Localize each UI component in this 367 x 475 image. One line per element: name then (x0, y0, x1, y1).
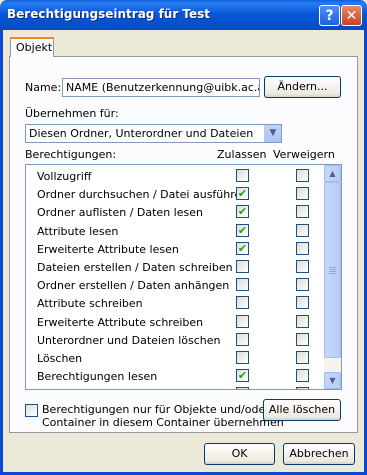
deny-checkbox[interactable] (296, 278, 309, 292)
permission-label: Erweiterte Attribute lesen (37, 242, 179, 256)
deny-checkbox[interactable] (296, 260, 309, 273)
deny-checkbox[interactable] (296, 387, 309, 389)
permission-row: Erweiterte Attribute lesen ✔ (26, 240, 322, 258)
allow-checkbox[interactable] (236, 296, 249, 310)
permission-row: Erweiterte Attribute schreiben (26, 313, 322, 331)
permissions-label: Berechtigungen: (25, 148, 117, 161)
allow-checkbox[interactable] (236, 169, 249, 182)
permission-label: Attribute schreiben (37, 297, 143, 311)
permission-label: Berechtigungen ändern (37, 388, 167, 389)
name-label: Name: (25, 81, 62, 94)
permission-label: Ordner durchsuchen / Datei ausführen (37, 188, 249, 202)
permission-row: Vollzugriff (26, 167, 322, 185)
inherit-label-line1: Berechtigungen nur für Objekte und/oder (42, 403, 270, 416)
permission-row: Attribute schreiben (26, 294, 322, 312)
cancel-button[interactable]: Abbrechen (283, 443, 355, 465)
allow-checkbox[interactable] (236, 278, 249, 292)
permissions-list: Vollzugriff Ordner durchsuchen / Datei au… (25, 164, 342, 390)
allow-checkbox[interactable]: ✔ (236, 223, 249, 237)
permission-row: Attribute lesen ✔ (26, 222, 322, 240)
allow-checkbox[interactable]: ✔ (236, 369, 249, 383)
permission-label: Berechtigungen lesen (37, 370, 158, 384)
deny-checkbox[interactable] (296, 332, 309, 346)
permission-row: Dateien erstellen / Daten schreiben (26, 258, 322, 276)
name-field[interactable]: NAME (Benutzerkennung@uibk.ac.at) (62, 78, 260, 97)
permission-row: Löschen (26, 349, 322, 367)
permission-row: Ordner auflisten / Daten lesen ✔ (26, 203, 322, 221)
inherit-checkbox[interactable] (25, 404, 38, 417)
permission-row: Ordner erstellen / Daten anhängen (26, 276, 322, 294)
permission-label: Unterordner und Dateien löschen (37, 333, 221, 347)
inherit-label-line2: Container in diesem Container übernehmen (42, 416, 284, 429)
scrollbar[interactable]: ▲ ▼ (324, 165, 341, 389)
tab-objekt[interactable]: Objekt (10, 37, 54, 57)
deny-checkbox[interactable] (296, 296, 309, 310)
scroll-up-icon[interactable]: ▲ (324, 165, 341, 182)
chevron-down-icon[interactable]: ▼ (264, 125, 281, 142)
close-button[interactable]: ✕ (341, 5, 362, 26)
allow-checkbox[interactable]: ✔ (236, 187, 249, 201)
permission-label: Attribute lesen (37, 224, 119, 238)
permission-row: Berechtigungen ändern (26, 385, 322, 389)
help-button[interactable]: ? (319, 5, 340, 26)
allow-checkbox[interactable] (236, 260, 249, 273)
allow-checkbox[interactable] (236, 314, 249, 328)
permission-row: Ordner durchsuchen / Datei ausführen ✔ (26, 185, 322, 203)
deny-checkbox[interactable] (296, 169, 309, 182)
deny-checkbox[interactable] (296, 351, 309, 364)
permission-row: Unterordner und Dateien löschen (26, 331, 322, 349)
column-allow: Zulassen (217, 148, 267, 161)
allow-checkbox[interactable] (236, 387, 249, 389)
change-button[interactable]: Ändern... (264, 76, 341, 98)
deny-checkbox[interactable] (296, 187, 309, 201)
title-bar: Berechtigungseintrag für Test ? ✕ (0, 0, 367, 30)
deny-checkbox[interactable] (296, 205, 309, 219)
allow-checkbox[interactable]: ✔ (236, 241, 249, 255)
apply-value: Diesen Ordner, Unterordner und Dateien (29, 127, 254, 140)
allow-checkbox[interactable] (236, 332, 249, 346)
deny-checkbox[interactable] (296, 241, 309, 255)
ok-button[interactable]: OK (204, 443, 275, 465)
permission-row: Berechtigungen lesen ✔ (26, 367, 322, 385)
column-deny: Verweigern (273, 148, 335, 161)
permission-label: Dateien erstellen / Daten schreiben (37, 261, 233, 274)
permission-label: Erweiterte Attribute schreiben (37, 315, 204, 329)
permission-label: Ordner auflisten / Daten lesen (37, 206, 203, 220)
apply-label: Übernehmen für: (25, 107, 119, 120)
deny-checkbox[interactable] (296, 369, 309, 383)
allow-checkbox[interactable]: ✔ (236, 205, 249, 219)
clear-all-button[interactable]: Alle löschen (263, 399, 341, 421)
deny-checkbox[interactable] (296, 314, 309, 328)
permission-label: Ordner erstellen / Daten anhängen (37, 279, 230, 293)
window-title: Berechtigungseintrag für Test (7, 7, 211, 21)
allow-checkbox[interactable] (236, 351, 249, 364)
scrollbar-thumb[interactable] (324, 182, 341, 358)
deny-checkbox[interactable] (296, 223, 309, 237)
permission-label: Vollzugriff (37, 170, 92, 183)
permission-label: Löschen (37, 352, 83, 365)
apply-select[interactable]: Diesen Ordner, Unterordner und Dateien ▼ (25, 124, 282, 143)
scroll-down-icon[interactable]: ▼ (324, 372, 341, 389)
